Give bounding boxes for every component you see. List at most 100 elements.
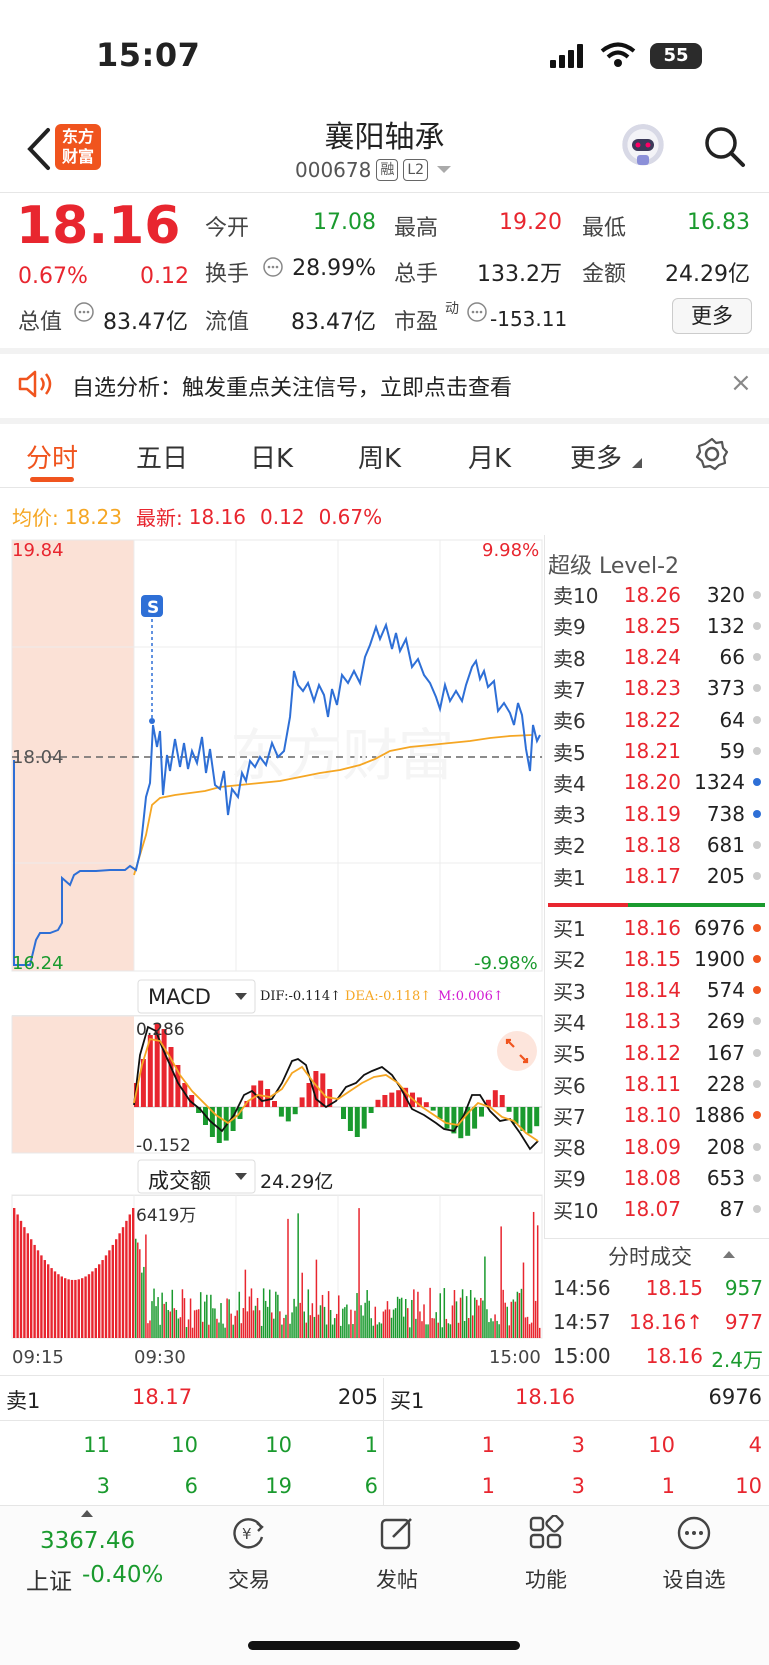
grid-functions-icon [529, 1514, 564, 1549]
ask-row[interactable]: 卖8 18.24 66 [553, 642, 763, 673]
info-dots-icon[interactable] [466, 301, 488, 323]
volume-bar [57, 1274, 60, 1338]
open-value: 17.08 [313, 210, 376, 235]
volume-bar [40, 1255, 43, 1338]
assistant-robot-icon[interactable] [620, 124, 666, 170]
ask-bid-bar-red [548, 903, 628, 907]
volume-bar [43, 1260, 46, 1338]
tick-volume: 977 [724, 1310, 763, 1334]
tick-trades-title[interactable]: 分时成交 [608, 1241, 692, 1271]
settings-gear-icon[interactable] [694, 436, 730, 472]
bid-row[interactable]: 买8 18.09 208 [553, 1131, 763, 1162]
nav-post[interactable]: 发帖 [357, 1515, 437, 1594]
level-label: 卖5 [553, 740, 586, 765]
more-button[interactable]: 更多 [672, 298, 752, 334]
nav-functions[interactable]: 功能 [506, 1514, 586, 1594]
search-icon[interactable] [703, 125, 747, 169]
volume-bar [378, 1322, 381, 1338]
level-volume: 64 [719, 707, 745, 732]
volume-bar [36, 1250, 40, 1338]
volume-bar [417, 1291, 419, 1338]
stock-code-row[interactable]: 000678 融 L2 [295, 158, 454, 182]
volume-bar [461, 1289, 464, 1338]
bid-row[interactable]: 买5 18.12 167 [553, 1037, 763, 1068]
intraday-chart[interactable]: 东方财富 S [0, 535, 545, 1375]
tab-monthly-k[interactable]: 月K [468, 438, 511, 475]
tab-weekly-k[interactable]: 周K [358, 438, 401, 475]
ask-row[interactable]: 卖3 18.19 738 [553, 798, 763, 829]
bid-row[interactable]: 买7 18.10 1886 [553, 1100, 763, 1131]
bid-row[interactable]: 买9 18.08 653 [553, 1162, 763, 1193]
macd-bar [423, 1102, 429, 1107]
macd-bar [278, 1107, 284, 1117]
volume-select-label[interactable]: 成交额 [148, 1165, 211, 1195]
level-label: 买4 [553, 1010, 586, 1035]
bid-row[interactable]: 买10 18.07 87 [553, 1194, 763, 1225]
volume-bar [30, 1239, 33, 1338]
level-label: 卖2 [553, 834, 586, 859]
close-icon[interactable]: × [730, 368, 752, 398]
ask-row[interactable]: 卖1 18.17 205 [553, 861, 763, 892]
ask-row[interactable]: 卖7 18.23 373 [553, 673, 763, 704]
volume-bar [183, 1298, 186, 1338]
macd-select-label[interactable]: MACD [148, 985, 211, 1009]
queue-cell: 1 [661, 1474, 675, 1498]
ask-row[interactable]: 卖2 18.18 681 [553, 829, 763, 860]
bid-row[interactable]: 买6 18.11 228 [553, 1069, 763, 1100]
volume-bar [98, 1264, 101, 1338]
nav-add-watchlist[interactable]: 设自选 [654, 1515, 734, 1594]
volume-bar [195, 1309, 198, 1338]
level2-title[interactable]: 超级 Level-2 [548, 548, 679, 580]
level-label: 买8 [553, 1136, 586, 1161]
tab-daily-k[interactable]: 日K [250, 438, 293, 475]
level-volume: 373 [706, 676, 745, 701]
level-price: 18.17 [623, 864, 681, 889]
info-dots-icon[interactable] [262, 256, 284, 278]
volume-bar [478, 1305, 480, 1338]
volume-bar [50, 1268, 53, 1338]
volume-bar [398, 1298, 401, 1338]
info-dots-icon[interactable] [73, 301, 95, 323]
level-label: 买9 [553, 1167, 586, 1192]
tick-volume: 2.4万 [711, 1348, 763, 1372]
low-value: 16.83 [687, 210, 750, 235]
bid-row[interactable]: 买2 18.15 1900 [553, 943, 763, 974]
tab-more[interactable]: 更多 [570, 438, 622, 475]
ask-row[interactable]: 卖5 18.21 59 [553, 736, 763, 767]
volume-axis-top: 6419万 [136, 1206, 197, 1226]
pct-axis-bottom: -9.98% [474, 953, 538, 974]
amount-value: 24.29亿 [665, 262, 750, 287]
volume-bar [480, 1297, 482, 1338]
volume-bar [451, 1305, 454, 1338]
level-price: 18.18 [623, 832, 681, 857]
bid-row[interactable]: 买3 18.14 574 [553, 975, 763, 1006]
volume-bar [181, 1289, 184, 1338]
queue-cell: 10 [648, 1433, 675, 1457]
index-value[interactable]: 3367.46 [40, 1528, 135, 1554]
volume-bar [471, 1315, 474, 1338]
volume-bar [441, 1327, 444, 1338]
notice-text[interactable]: 自选分析：触发重点关注信号，立即点击查看 [72, 370, 512, 402]
volume-bar [240, 1323, 243, 1338]
ask-row[interactable]: 卖9 18.25 132 [553, 610, 763, 641]
volume-bar [372, 1325, 375, 1338]
volume-bar [532, 1211, 535, 1338]
nav-trade[interactable]: ¥ 交易 [209, 1515, 289, 1594]
volume-bar [139, 1249, 141, 1338]
volume-bar [437, 1322, 439, 1338]
volume-bar [161, 1292, 163, 1338]
ask-row[interactable]: 卖4 18.20 1324 [553, 767, 763, 798]
volume-bar [167, 1309, 169, 1338]
level-price: 18.26 [623, 582, 681, 607]
volume-bar [508, 1325, 511, 1338]
volume-bar [301, 1272, 303, 1338]
bid-row[interactable]: 买1 18.16 6976 [553, 912, 763, 943]
tab-minute[interactable]: 分时 [26, 438, 78, 475]
ask-row[interactable]: 卖10 18.26 320 [553, 579, 763, 610]
ask-row[interactable]: 卖6 18.22 64 [553, 704, 763, 735]
level-price: 18.08 [623, 1165, 681, 1190]
volume-amount: 24.29亿 [260, 1171, 334, 1193]
tab-five-day[interactable]: 五日 [136, 438, 188, 475]
volume-bar [220, 1303, 222, 1338]
bid-row[interactable]: 买4 18.13 269 [553, 1006, 763, 1037]
